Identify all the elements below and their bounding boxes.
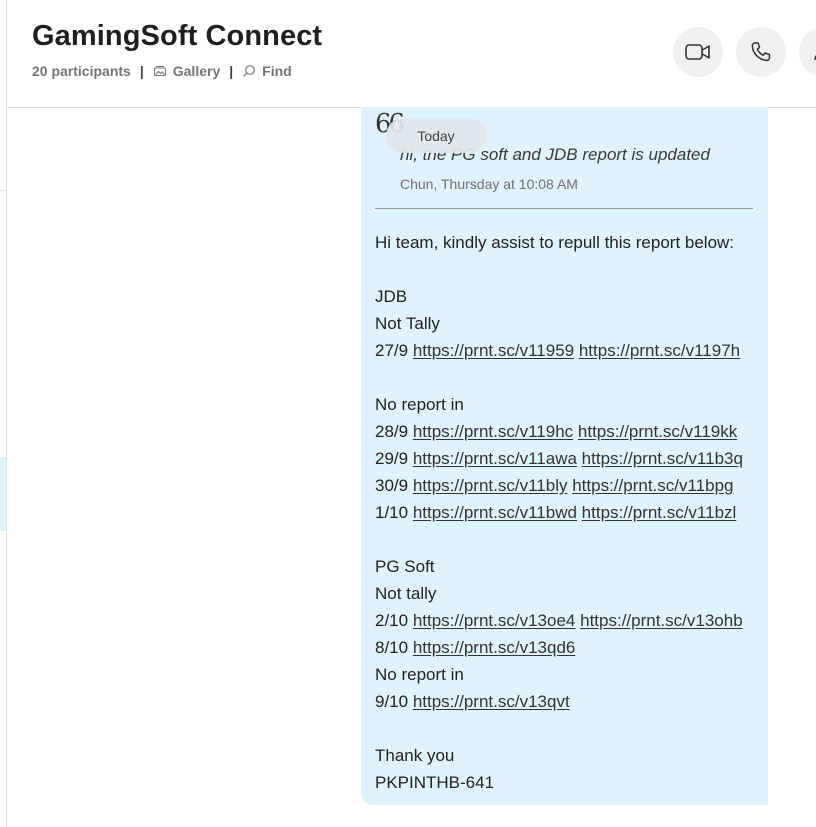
- add-people-button[interactable]: [799, 27, 816, 77]
- video-call-button[interactable]: [673, 27, 723, 77]
- screenshot-link[interactable]: https://prnt.sc/v11bzl: [582, 503, 737, 522]
- message-line: 27/9 https://prnt.sc/v11959 https://prnt…: [375, 339, 767, 366]
- message-line: PKPINTHB-641: [375, 773, 495, 792]
- phone-call-icon: [751, 42, 771, 62]
- screenshot-link[interactable]: https://prnt.sc/v119hc: [413, 422, 573, 441]
- message-line: 1/10 https://prnt.sc/v11bwd https://prnt…: [375, 501, 767, 528]
- find-label: Find: [262, 63, 292, 79]
- screenshot-link[interactable]: https://prnt.sc/v11bly: [413, 476, 568, 495]
- separator: |: [139, 63, 144, 79]
- date-label: 2/10: [375, 611, 409, 630]
- quoted-message-meta: Chun, Thursday at 10:08 AM: [400, 176, 578, 192]
- date-label: 29/9: [375, 449, 409, 468]
- date-label: 9/10: [375, 692, 409, 711]
- message-line: 30/9 https://prnt.sc/v11bly https://prnt…: [375, 474, 767, 501]
- gallery-link[interactable]: Gallery: [153, 63, 220, 79]
- screenshot-link[interactable]: https://prnt.sc/v13qvt: [413, 692, 570, 711]
- screenshot-link[interactable]: https://prnt.sc/v13ohb: [580, 611, 743, 630]
- message-line: 2/10 https://prnt.sc/v13oe4 https://prnt…: [375, 609, 767, 636]
- video-call-icon: [685, 44, 710, 60]
- date-label: 1/10: [375, 503, 409, 522]
- message-line: Not Tally: [375, 314, 440, 333]
- message-line: Not tally: [375, 584, 437, 603]
- conversation-header: GamingSoft Connect 20 participants | Gal…: [8, 0, 816, 108]
- screenshot-link[interactable]: https://prnt.sc/v11bpg: [572, 476, 733, 495]
- screenshot-link[interactable]: https://prnt.sc/v11959: [413, 341, 574, 360]
- message-line: 9/10 https://prnt.sc/v13qvt: [375, 690, 767, 717]
- separator: |: [229, 63, 234, 79]
- screenshot-link[interactable]: https://prnt.sc/v119kk: [578, 422, 737, 441]
- message-line: PG Soft: [375, 557, 435, 576]
- screenshot-link[interactable]: https://prnt.sc/v1197h: [579, 341, 740, 360]
- date-label: 8/10: [375, 638, 409, 657]
- message-body: Hi team, kindly assist to repull this re…: [375, 231, 767, 798]
- conversation-title[interactable]: GamingSoft Connect: [32, 20, 322, 53]
- message-line: No report in: [375, 665, 464, 684]
- message-line: JDB: [375, 287, 408, 306]
- left-panel-edge: [0, 0, 7, 827]
- message-line: 8/10 https://prnt.sc/v13qd6: [375, 636, 767, 663]
- message-line: 29/9 https://prnt.sc/v11awa https://prnt…: [375, 447, 767, 474]
- selected-conversation-indicator: [0, 457, 6, 531]
- search-icon: [243, 65, 256, 77]
- message-line: Hi team, kindly assist to repull this re…: [375, 233, 735, 252]
- message-line: No report in: [375, 395, 464, 414]
- date-label: 28/9: [375, 422, 409, 441]
- screenshot-link[interactable]: https://prnt.sc/v11awa: [413, 449, 577, 468]
- date-label: 30/9: [375, 476, 409, 495]
- message-line: 28/9 https://prnt.sc/v119hc https://prnt…: [375, 420, 767, 447]
- screenshot-link[interactable]: https://prnt.sc/v11bwd: [413, 503, 577, 522]
- conversation-subheader: 20 participants | Gallery | Find: [32, 63, 292, 79]
- screenshot-link[interactable]: https://prnt.sc/v13qd6: [413, 638, 576, 657]
- left-panel-divider: [0, 190, 7, 191]
- find-link[interactable]: Find: [242, 63, 292, 79]
- date-label: 27/9: [375, 341, 409, 360]
- gallery-icon: [153, 65, 166, 77]
- participants-link[interactable]: 20 participants: [32, 63, 131, 79]
- message-line: Thank you: [375, 746, 455, 765]
- quote-divider: [375, 208, 753, 209]
- screenshot-link[interactable]: https://prnt.sc/v13oe4: [413, 611, 576, 630]
- gallery-label: Gallery: [172, 63, 221, 79]
- message-bubble[interactable]: 66 hi, the PG soft and JDB report is upd…: [361, 107, 768, 805]
- audio-call-button[interactable]: [736, 27, 786, 77]
- date-divider-pill: Today: [386, 118, 487, 153]
- screenshot-link[interactable]: https://prnt.sc/v11b3q: [582, 449, 743, 468]
